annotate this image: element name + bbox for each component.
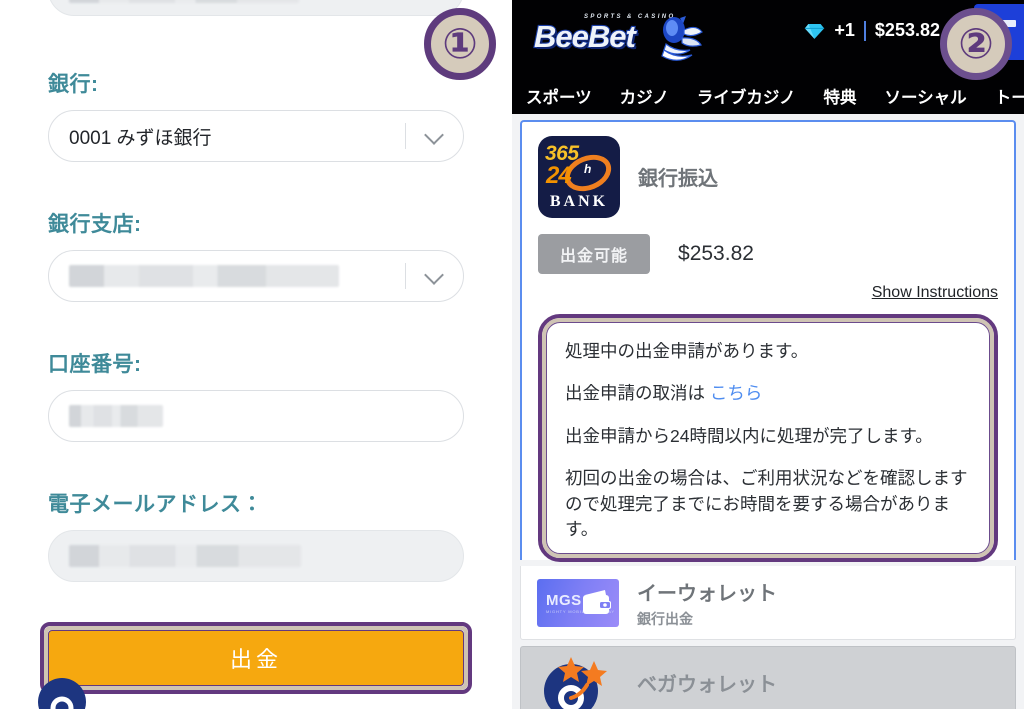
withdrawal-method-list: 365 24 h BANK 銀行振込 出金可能 $253.82 Show Ins… — [512, 114, 1024, 709]
pending-withdrawal-notice: 処理中の出金申請があります。 出金申請の取消は こちら 出金申請から24時間以内… — [546, 322, 990, 554]
chevron-down-icon[interactable] — [426, 127, 443, 144]
method-card-e-wallet[interactable]: MGS MIGHTY MOBILE GATEWAY イーウォレット 銀行出金 — [520, 566, 1016, 640]
gem-count: +1 — [834, 20, 855, 40]
nav-item-casino[interactable]: カジノ — [620, 84, 669, 108]
balance-cluster[interactable]: +1 $253.82 — [804, 20, 940, 41]
bank-logo-24: 24 — [546, 162, 572, 189]
show-instructions-link[interactable]: Show Instructions — [538, 284, 998, 302]
method-card-vega-wallet[interactable]: ベガウォレット — [520, 646, 1016, 709]
withdrawal-form-pane: 銀行: 0001 みずほ銀行 銀行支店: 口座番号: 電子メールアドレス： 出金… — [0, 0, 512, 709]
cancel-withdrawal-link[interactable]: こちら — [710, 383, 763, 403]
bank-select[interactable]: 0001 みずほ銀行 — [48, 110, 464, 163]
vega-wallet-icon — [544, 657, 607, 709]
field-label-bank: 銀行: — [48, 73, 99, 96]
app-header: SPORTS & CASINO BeeBet +1 $253.82 ② スポーツ… — [512, 0, 1024, 114]
method-text-block: イーウォレット 銀行出金 — [637, 577, 777, 629]
email-input — [48, 530, 464, 583]
vega-wallet-icon — [36, 672, 90, 709]
method-subtitle-e-wallet: 銀行出金 — [637, 610, 693, 627]
notice-line-2: 出金申請の取消は こちら — [565, 381, 971, 406]
beebet-logo[interactable]: SPORTS & CASINO BeeBet — [532, 12, 703, 64]
nav-item-social[interactable]: ソーシャル — [885, 84, 967, 108]
method-title-vega-wallet: ベガウォレット — [637, 673, 777, 696]
365-24h-bank-logo: 365 24 h BANK — [538, 136, 620, 218]
field-email: 電子メールアドレス： — [48, 492, 464, 583]
field-bank-branch: 銀行支店: — [48, 212, 464, 303]
withdraw-button[interactable]: 出金 — [48, 630, 464, 686]
annotation-badge-1: ① — [424, 8, 496, 80]
card-header: 365 24 h BANK 銀行振込 — [538, 136, 998, 218]
bank-logo-bank: BANK — [549, 193, 609, 210]
main-nav: スポーツ カジノ ライブカジノ 特典 ソーシャル トーナメント — [512, 84, 1024, 108]
notice-line-2-text: 出金申請の取消は — [565, 383, 710, 404]
divider — [863, 20, 866, 41]
status-row: 出金可能 $253.82 — [538, 234, 998, 274]
nav-item-tournament[interactable]: トーナメント — [995, 84, 1024, 108]
notice-line-1: 処理中の出金申請があります。 — [565, 341, 809, 361]
withdrawable-amount: $253.82 — [678, 242, 754, 265]
screenshot-root: 銀行: 0001 みずほ銀行 銀行支店: 口座番号: 電子メールアドレス： 出金… — [0, 0, 1024, 709]
method-title-e-wallet: イーウォレット — [637, 582, 777, 605]
method-card-bank-transfer[interactable]: 365 24 h BANK 銀行振込 出金可能 $253.82 Show Ins… — [520, 120, 1016, 562]
field-label-bank-branch: 銀行支店: — [48, 213, 142, 236]
chevron-down-icon[interactable] — [426, 267, 443, 284]
mgs-wallet-logo: MGS MIGHTY MOBILE GATEWAY — [537, 578, 619, 627]
status-badge: 出金可能 — [538, 234, 651, 274]
withdraw-button-highlight: 出金 — [40, 622, 472, 694]
bank-select-value: 0001 みずほ銀行 — [69, 127, 212, 149]
nav-item-rewards[interactable]: 特典 — [824, 84, 857, 108]
notice-line-4: 初回の出金の場合は、ご利用状況などを確認しますので処理完了までにお時間を要する場… — [565, 468, 968, 539]
balance-amount: $253.82 — [874, 20, 940, 40]
bank-branch-select[interactable] — [48, 250, 464, 303]
field-account-number: 口座番号: — [48, 352, 464, 443]
field-bank: 銀行: 0001 みずほ銀行 — [48, 72, 464, 163]
redacted-value-bar — [69, 545, 301, 568]
redacted-value-bar — [69, 405, 163, 428]
diamond-icon — [805, 23, 825, 39]
select-divider — [405, 263, 406, 290]
method-title-bank-transfer: 銀行振込 — [638, 168, 718, 190]
bank-logo-h: h — [584, 162, 592, 176]
pending-withdrawal-notice-highlight: 処理中の出金申請があります。 出金申請の取消は こちら 出金申請から24時間以内… — [538, 314, 998, 562]
redacted-value-bar — [69, 265, 339, 288]
annotation-badge-2: ② — [940, 8, 1012, 80]
beebet-app-pane: SPORTS & CASINO BeeBet +1 $253.82 ② スポーツ… — [512, 0, 1024, 709]
logo-wordmark: BeeBet — [533, 18, 637, 55]
bee-mascot-icon — [650, 14, 704, 69]
mgs-logo-text: MGS — [546, 591, 582, 609]
nav-item-sports[interactable]: スポーツ — [526, 84, 592, 108]
field-label-account-number: 口座番号: — [48, 353, 142, 376]
select-divider — [405, 123, 406, 150]
redacted-value-bar — [69, 0, 299, 3]
account-number-input[interactable] — [48, 390, 464, 443]
masked-field-above[interactable] — [48, 0, 464, 16]
field-label-email: 電子メールアドレス： — [48, 493, 263, 516]
wallet-icon — [583, 589, 611, 614]
nav-item-live-casino[interactable]: ライブカジノ — [697, 84, 796, 108]
notice-line-3: 出金申請から24時間以内に処理が完了します。 — [565, 425, 933, 446]
